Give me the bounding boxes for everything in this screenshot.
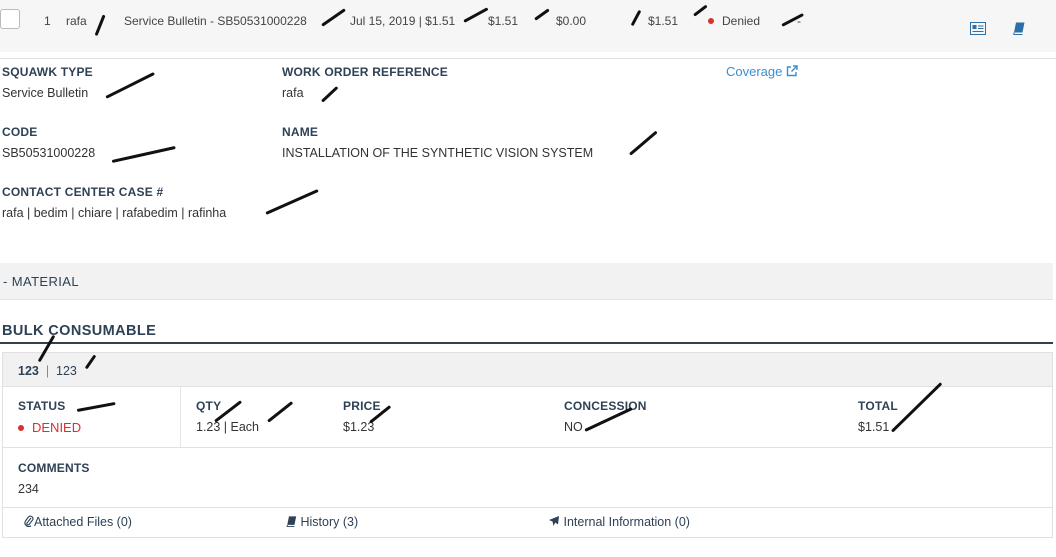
work-order-label: WORK ORDER REFERENCE [282,65,449,79]
bulk-item-desc: 123 [56,364,77,378]
row-date-price: Jul 15, 2019 | $1.51 [350,14,456,28]
row-price: $1.51 [488,14,519,28]
comments-label: COMMENTS [18,461,90,475]
row-checkbox[interactable] [0,9,20,29]
row-squawk: rafa [66,14,87,28]
column-divider [180,387,181,447]
qty-label: QTY [196,399,222,413]
internal-information-text: Internal Information (0) [563,515,690,529]
card-divider [3,447,1052,448]
coverage-link[interactable]: Coverage [726,64,798,79]
row-title: Service Bulletin - SB50531000228 [124,14,307,28]
attached-files-text: Attached Files (0) [34,515,132,529]
material-section-title: - MATERIAL [3,274,79,289]
name-label: NAME [282,125,319,139]
redaction-mark [265,189,319,215]
redaction-mark [111,146,176,163]
contact-case-label: CONTACT CENTER CASE # [2,185,164,199]
row-status: Denied [708,14,760,28]
document-list-icon[interactable] [970,22,986,38]
squawk-type-value: Service Bulletin [2,86,89,100]
price-label: PRICE [343,399,381,413]
concession-label: CONCESSION [564,399,647,413]
total-label: TOTAL [858,399,898,413]
card-divider [3,507,1052,508]
external-link-icon [786,65,798,77]
name-value: INSTALLATION OF THE SYNTHETIC VISION SYS… [282,146,594,160]
work-order-value: rafa [282,86,304,100]
paperclip-icon [24,515,34,528]
divider [0,58,1056,59]
coverage-link-text: Coverage [726,64,783,79]
code-value: SB50531000228 [2,146,96,160]
squawk-type-label: SQUAWK TYPE [2,65,93,79]
status-dot-icon [708,18,714,24]
book-icon[interactable] [1013,22,1025,38]
status-label: STATUS [18,399,66,413]
bulk-item-part: 123 [18,364,39,378]
airplane-icon [549,516,559,526]
qty-value: 1.23 | Each [196,420,260,434]
comments-value: 234 [18,482,39,496]
book-icon [286,516,297,527]
row-status-text: Denied [722,14,761,28]
redaction-mark [629,130,658,156]
bulk-consumable-title: BULK CONSUMABLE [2,323,157,339]
bulk-item-heading: 123 | 123 [18,364,77,378]
internal-information-link[interactable]: Internal Information (0) [548,515,690,529]
status-value: DENIED [18,420,81,435]
history-link[interactable]: History (3) [286,515,358,529]
concession-value: NO [564,420,583,434]
bulk-item-separator: | [45,364,50,378]
bulk-item-header: 123 | 123 [3,353,1052,387]
bulk-underline [0,342,1053,344]
status-value-text: DENIED [32,420,82,435]
history-text: History (3) [300,515,359,529]
row-index: 1 [44,14,51,28]
redaction-mark [320,86,339,103]
summary-row[interactable]: 1 rafa Service Bulletin - SB50531000228 … [0,0,1056,52]
status-dot-icon [18,425,24,431]
redaction-mark [105,72,155,99]
row-concession: $0.00 [556,14,587,28]
row-total: $1.51 [648,14,679,28]
contact-case-value: rafa | bedim | chiare | rafabedim | rafi… [2,206,227,220]
attached-files-link[interactable]: Attached Files (0) [24,515,132,529]
bulk-item-card: 123 | 123 STATUS DENIED QTY 1.23 | Each … [2,352,1053,538]
total-value: $1.51 [858,420,890,434]
material-section-header[interactable]: - MATERIAL [0,263,1053,300]
code-label: CODE [2,125,38,139]
